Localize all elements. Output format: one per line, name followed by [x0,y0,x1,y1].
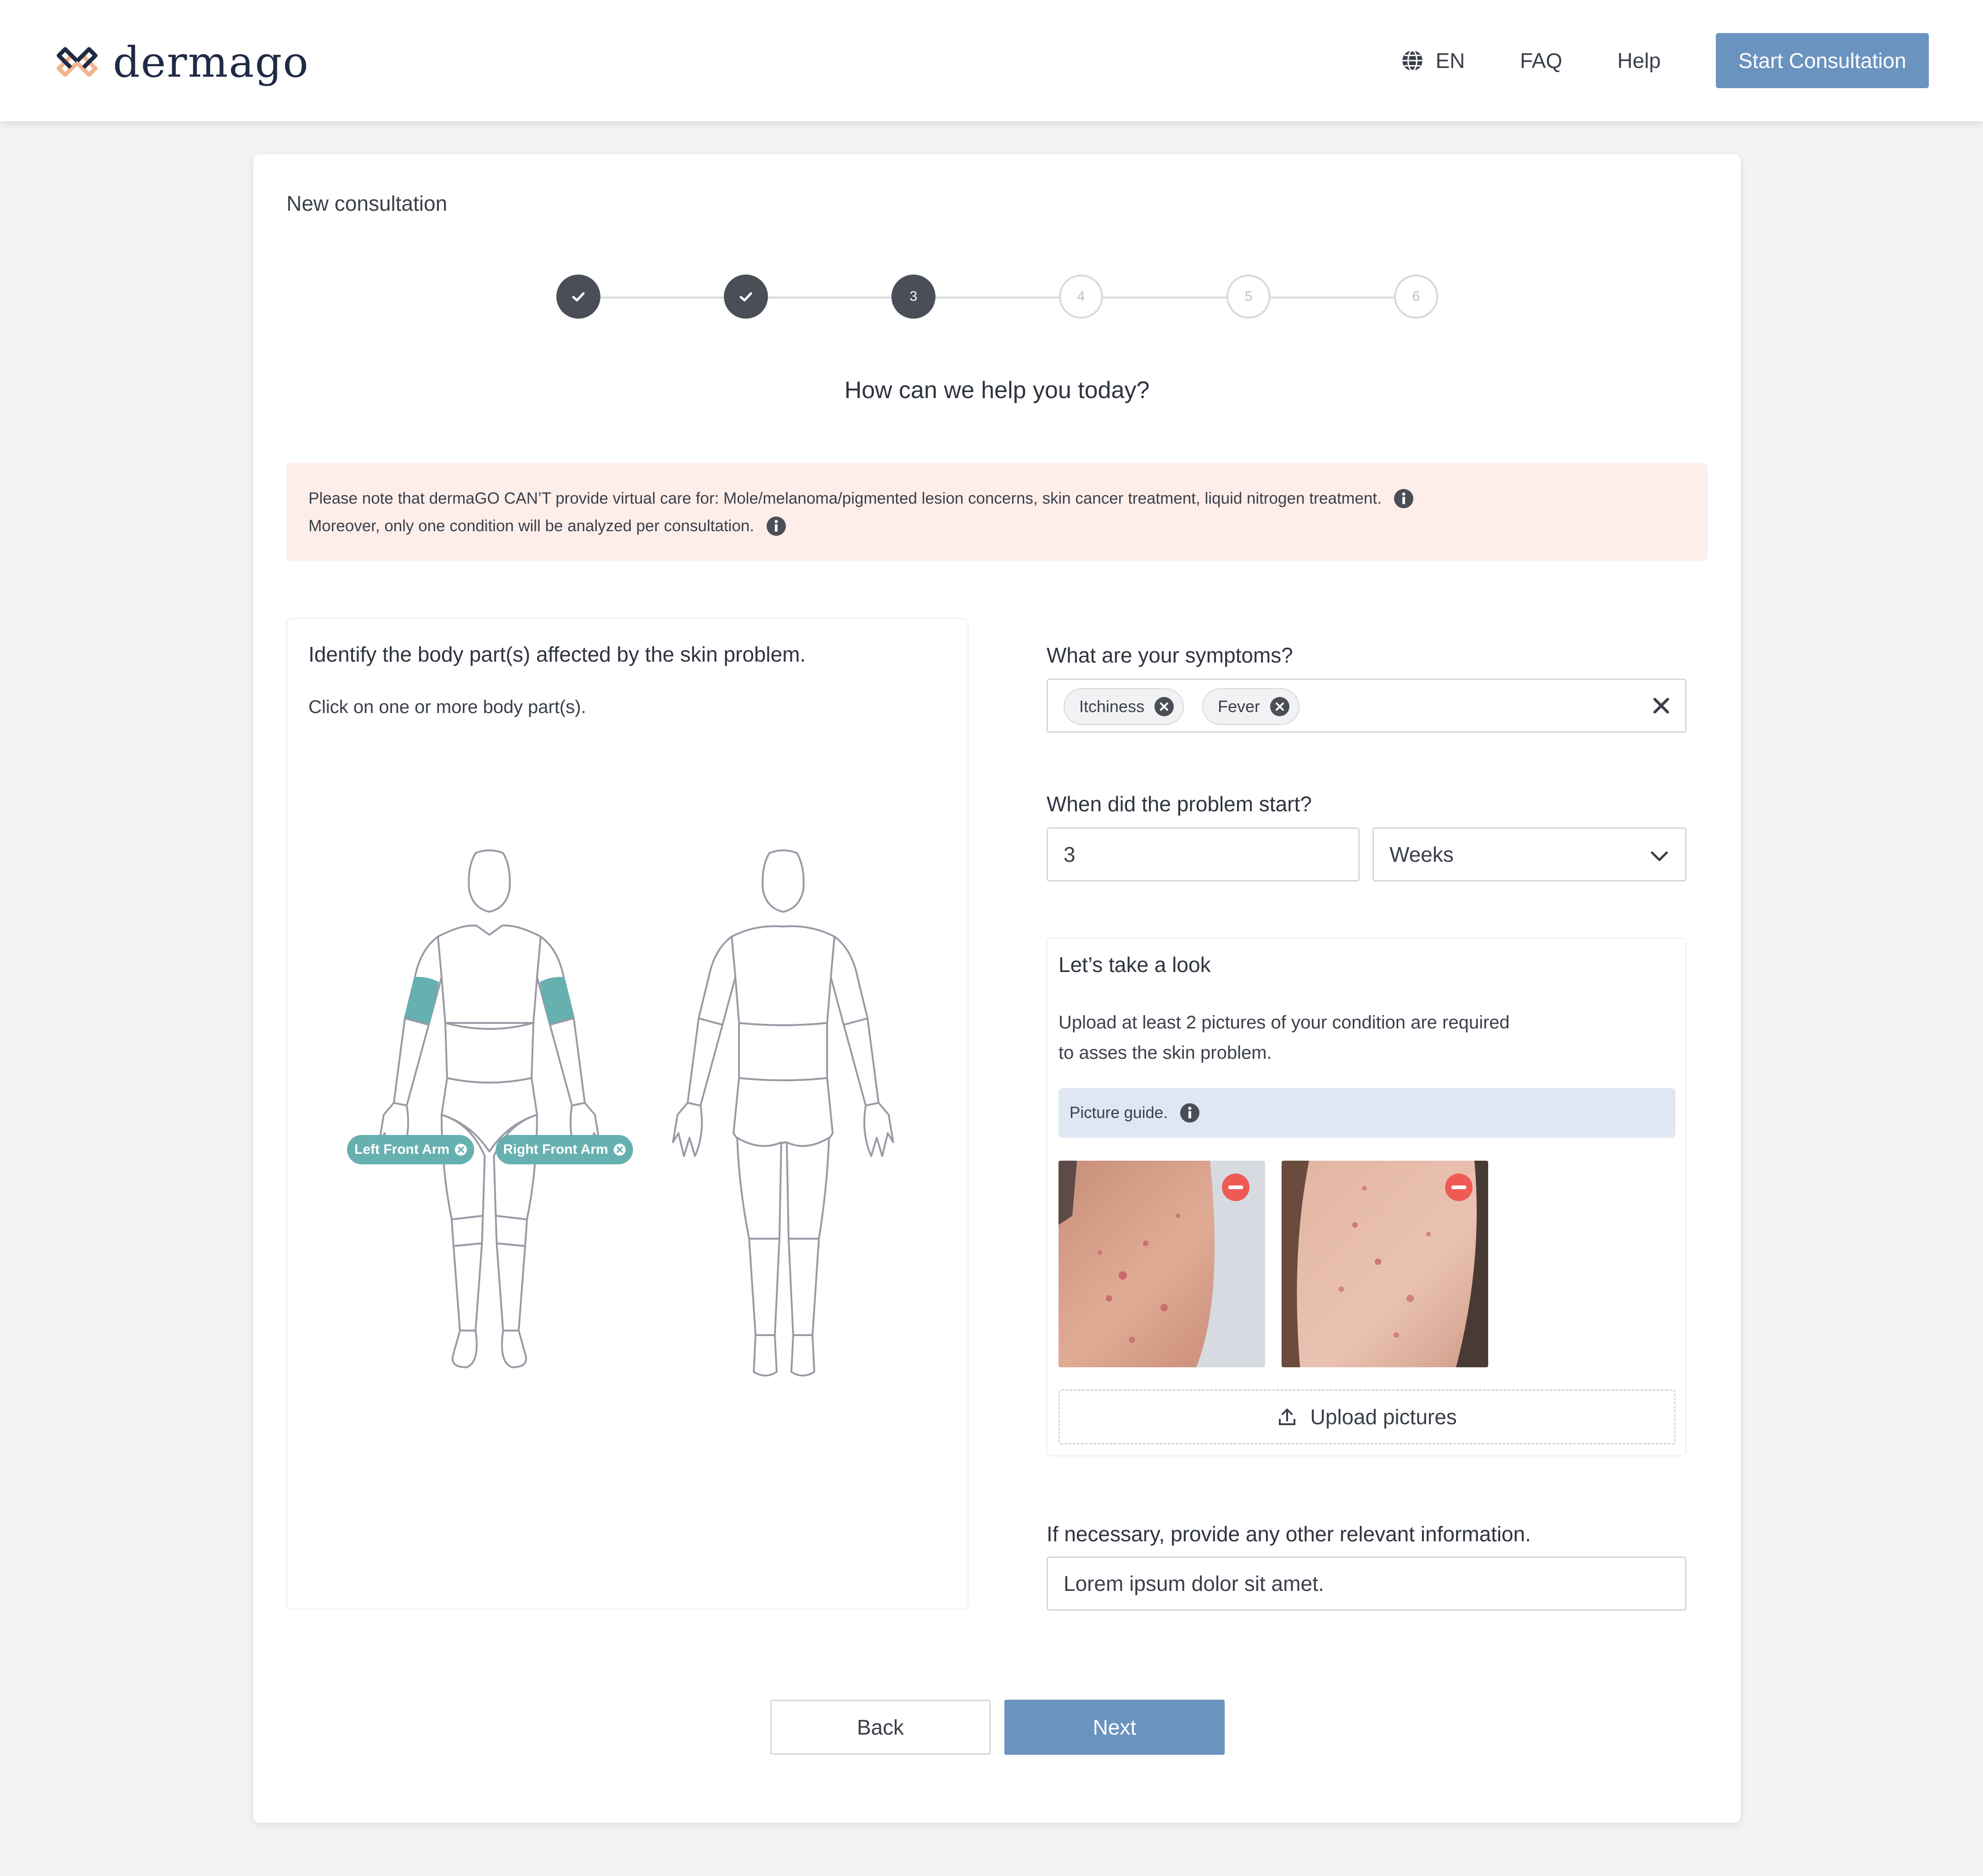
top-nav: EN FAQ Help Start Consultation [1400,33,1929,88]
symptoms-label: What are your symptoms? [1047,643,1293,667]
photo-upload-panel: Let’s take a look Upload at least 2 pict… [1047,938,1686,1456]
onset-unit-value: Weeks [1389,843,1454,866]
onset-amount-input[interactable]: 3 [1047,827,1360,882]
logo[interactable]: dermago [54,37,309,87]
step-4: 4 [1059,275,1103,319]
chip-label: Right Front Arm [503,1142,608,1157]
onset-label: When did the problem start? [1047,792,1312,816]
lower-back[interactable] [738,1022,828,1081]
upload-pictures-label: Upload pictures [1310,1405,1457,1429]
notice-line-2: Moreover, only one condition will be ana… [308,517,754,535]
right-foot-back[interactable] [790,1334,815,1376]
other-info-input[interactable]: Lorem ipsum dolor sit amet. [1047,1556,1686,1611]
remove-chip-icon[interactable] [613,1143,627,1157]
chip-label: Left Front Arm [354,1142,450,1157]
upload-icon [1279,1409,1296,1425]
left-foot-back[interactable] [753,1334,778,1376]
right-hand-back[interactable] [863,1102,894,1157]
photo-panel-title: Let’s take a look [1059,953,1211,977]
right-forearm-front[interactable] [549,1017,586,1107]
progress-stepper: 3 4 5 6 [253,275,1741,320]
left-forearm-back[interactable] [687,1017,723,1107]
torso-front[interactable] [437,924,542,1030]
remove-tag-icon[interactable] [1269,696,1290,717]
language-label: EN [1435,49,1465,73]
selected-body-part-chip[interactable]: Right Front Arm [496,1135,633,1164]
step-3: 3 [891,275,935,319]
logo-icon [56,47,98,77]
check-icon [739,292,752,302]
body-back-figure[interactable] [645,839,921,1436]
left-hand-back[interactable] [672,1102,703,1157]
check-icon [572,292,585,302]
page-title: New consultation [286,191,448,215]
photo-panel-text: Upload at least 2 pictures of your condi… [1059,1012,1510,1063]
stepper-track [578,297,1409,298]
step-1 [556,275,600,319]
nav-faq[interactable]: FAQ [1520,48,1562,73]
remove-chip-icon[interactable] [454,1143,468,1157]
upload-pictures-button[interactable]: Upload pictures [1059,1389,1675,1444]
globe-icon [1402,50,1423,72]
right-shin-front[interactable] [496,1242,526,1331]
remove-photo-icon[interactable] [1444,1173,1473,1202]
top-header: dermago EN FAQ Help Start Consultation [0,0,1983,121]
selected-body-part-chip[interactable]: Left Front Arm [347,1135,475,1164]
info-icon[interactable] [1393,488,1415,510]
left-thigh-back[interactable] [736,1137,782,1240]
notice-banner: Please note that dermaGO CAN’T provide v… [286,463,1708,561]
right-thigh-back[interactable] [786,1137,830,1240]
left-front-arm[interactable] [404,977,439,1026]
step-question: How can we help you today? [844,377,1150,404]
abdomen-front[interactable] [444,1022,534,1084]
onset-unit-select[interactable]: Weeks [1372,827,1686,882]
left-calf-back[interactable] [748,1238,780,1336]
right-upper-arm-back[interactable] [830,936,868,1026]
other-info-label: If necessary, provide any other relevant… [1047,1522,1531,1546]
symptom-tag[interactable]: Fever [1202,688,1300,725]
logo-text: dermago [113,37,309,87]
left-foot-front[interactable] [452,1330,478,1368]
upper-back[interactable] [731,925,835,1026]
uploaded-photo[interactable] [1059,1161,1265,1367]
right-front-arm[interactable] [540,977,575,1026]
nav-help[interactable]: Help [1617,48,1661,73]
symptoms-input[interactable]: Itchiness Fever [1047,679,1686,733]
head-front[interactable] [468,849,511,913]
left-shin-front[interactable] [453,1242,483,1331]
info-icon[interactable] [765,515,787,537]
consultation-card: New consultation 3 4 5 6 How can we help… [253,154,1741,1823]
head-back[interactable] [762,849,805,913]
start-consultation-button[interactable]: Start Consultation [1716,33,1929,88]
symptom-tag[interactable]: Itchiness [1064,688,1184,725]
notice-line-1: Please note that dermaGO CAN’T provide v… [308,489,1382,507]
step-6: 6 [1394,275,1438,319]
left-forearm-front[interactable] [393,1017,430,1107]
info-icon[interactable] [1179,1102,1201,1124]
next-button[interactable]: Next [1004,1700,1225,1755]
language-selector[interactable]: EN [1400,48,1465,73]
symptom-tag-label: Itchiness [1079,697,1145,716]
step-2 [724,275,768,319]
picture-guide-label: Picture guide. [1070,1104,1168,1122]
picture-guide[interactable]: Picture guide. [1059,1088,1675,1138]
uploaded-photo[interactable] [1282,1161,1488,1367]
step-5: 5 [1227,275,1271,319]
left-knee-front[interactable] [451,1215,484,1247]
body-map-subtitle: Click on one or more body part(s). [308,697,586,717]
chevron-down-icon [1651,851,1668,861]
clear-icon[interactable] [1651,696,1671,716]
right-foot-front[interactable] [501,1330,527,1368]
remove-photo-icon[interactable] [1221,1173,1250,1202]
right-calf-back[interactable] [788,1238,820,1336]
buttocks[interactable] [733,1077,834,1149]
remove-tag-icon[interactable] [1154,696,1175,717]
symptom-tag-label: Fever [1218,697,1260,716]
body-map-panel: Identify the body part(s) affected by th… [286,618,969,1610]
body-map-title: Identify the body part(s) affected by th… [308,642,806,666]
right-forearm-back[interactable] [843,1017,879,1107]
left-upper-arm-back[interactable] [698,936,736,1026]
back-button[interactable]: Back [770,1700,991,1755]
right-knee-front[interactable] [495,1215,528,1247]
